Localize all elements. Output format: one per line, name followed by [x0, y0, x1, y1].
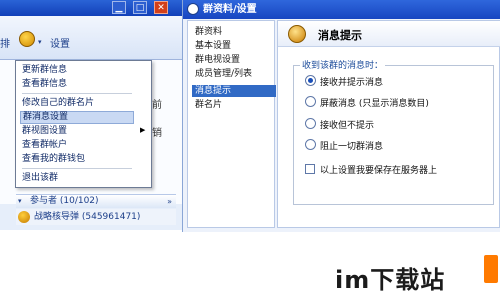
- members-header-label: 参与者 (10/102): [30, 196, 99, 206]
- member-list-item[interactable]: 战略核导弹 (545961471): [16, 209, 176, 225]
- nav-item-group-card[interactable]: 群名片: [195, 99, 275, 111]
- nav-item-group-tv-settings[interactable]: 群电视设置: [195, 54, 275, 66]
- submenu-arrow-icon: ▶: [140, 126, 146, 134]
- radio-label: 接收但不提示: [320, 121, 375, 131]
- settings-toolbar-button[interactable]: 设置: [50, 35, 70, 50]
- maximize-button[interactable]: □: [133, 1, 147, 14]
- settings-window-title: 群资料/设置: [203, 4, 257, 15]
- radio-receive-and-notify[interactable]: [305, 75, 316, 86]
- minimize-button[interactable]: ▁: [112, 1, 126, 14]
- nav-item-message-notification[interactable]: 消息提示: [192, 85, 276, 97]
- menu-separator: [22, 168, 132, 169]
- menu-item-group-view-settings[interactable]: 群视图设置: [22, 125, 134, 138]
- section-header: 消息提示: [278, 21, 500, 47]
- members-header[interactable]: ▾ 参与者 (10/102) »: [16, 194, 176, 208]
- section-title: 消息提示: [318, 29, 362, 42]
- expand-chevron-icon[interactable]: »: [167, 195, 172, 208]
- collapse-arrow-icon[interactable]: ▾: [18, 195, 22, 208]
- radio-receive-no-notify[interactable]: [305, 118, 316, 129]
- nav-item-basic-settings[interactable]: 基本设置: [195, 40, 275, 52]
- menu-item-edit-group-card[interactable]: 修改自己的群名片: [22, 97, 134, 110]
- watermark-logo-icon: [484, 255, 498, 283]
- qq-penguin-icon: [187, 3, 199, 15]
- chevron-down-icon[interactable]: ▾: [38, 38, 42, 46]
- menu-separator: [22, 93, 132, 94]
- menu-item-group-message-settings[interactable]: 群消息设置: [20, 111, 134, 124]
- settings-nav: 群资料 基本设置 群电视设置 成员管理/列表 消息提示 群名片: [187, 20, 276, 228]
- group-settings-window: 群资料/设置 群资料 基本设置 群电视设置 成员管理/列表 消息提示 群名片 消…: [182, 0, 500, 232]
- settings-content: 消息提示 收到该群的消息时： 接收并提示消息 屏蔽消息 (只显示消息数目) 接收…: [277, 20, 500, 228]
- message-notification-icon: [288, 25, 306, 43]
- background-text-fragment: 前: [152, 100, 162, 111]
- group-face-icon[interactable]: [19, 31, 35, 47]
- group-chat-title-bar: ▁ □ ✕: [0, 0, 182, 16]
- member-avatar-icon: [18, 211, 30, 223]
- group-toolbar: 排 ▾ 设置: [0, 16, 182, 60]
- menu-item-view-group-info[interactable]: 查看群信息: [22, 78, 134, 91]
- save-to-server-checkbox[interactable]: [305, 164, 315, 174]
- nav-item-member-management[interactable]: 成员管理/列表: [195, 68, 275, 80]
- menu-item-quit-group[interactable]: 退出该群: [22, 172, 134, 185]
- radio-block-all[interactable]: [305, 139, 316, 150]
- background-text-fragment: 销: [152, 128, 162, 139]
- watermark-text: im下载站: [335, 266, 446, 294]
- menu-item-refresh-group-info[interactable]: 更新群信息: [22, 64, 134, 77]
- radio-block-show-count[interactable]: [305, 96, 316, 107]
- menu-item-view-group-account[interactable]: 查看群帐户: [22, 139, 134, 152]
- radio-label: 接收并提示消息: [320, 78, 384, 88]
- radio-label: 阻止一切群消息: [320, 142, 384, 152]
- close-button[interactable]: ✕: [154, 1, 168, 14]
- group-box-legend: 收到该群的消息时：: [300, 58, 386, 71]
- toolbar-partial-label[interactable]: 排: [0, 35, 10, 50]
- radio-label: 屏蔽消息 (只显示消息数目): [320, 99, 429, 109]
- screenshot-stage: ▁ □ ✕ 排 ▾ 设置 前 销 ▾ 参与者 (10/102) » 战略核导弹 …: [0, 0, 500, 300]
- checkbox-label: 以上设置我要保存在服务器上: [320, 166, 438, 176]
- member-name: 战略核导弹 (545961471): [34, 212, 141, 222]
- menu-item-view-group-wallet[interactable]: 查看我的群钱包: [22, 153, 134, 166]
- settings-title-bar: 群资料/设置: [183, 0, 500, 19]
- nav-item-group-profile[interactable]: 群资料: [195, 26, 275, 38]
